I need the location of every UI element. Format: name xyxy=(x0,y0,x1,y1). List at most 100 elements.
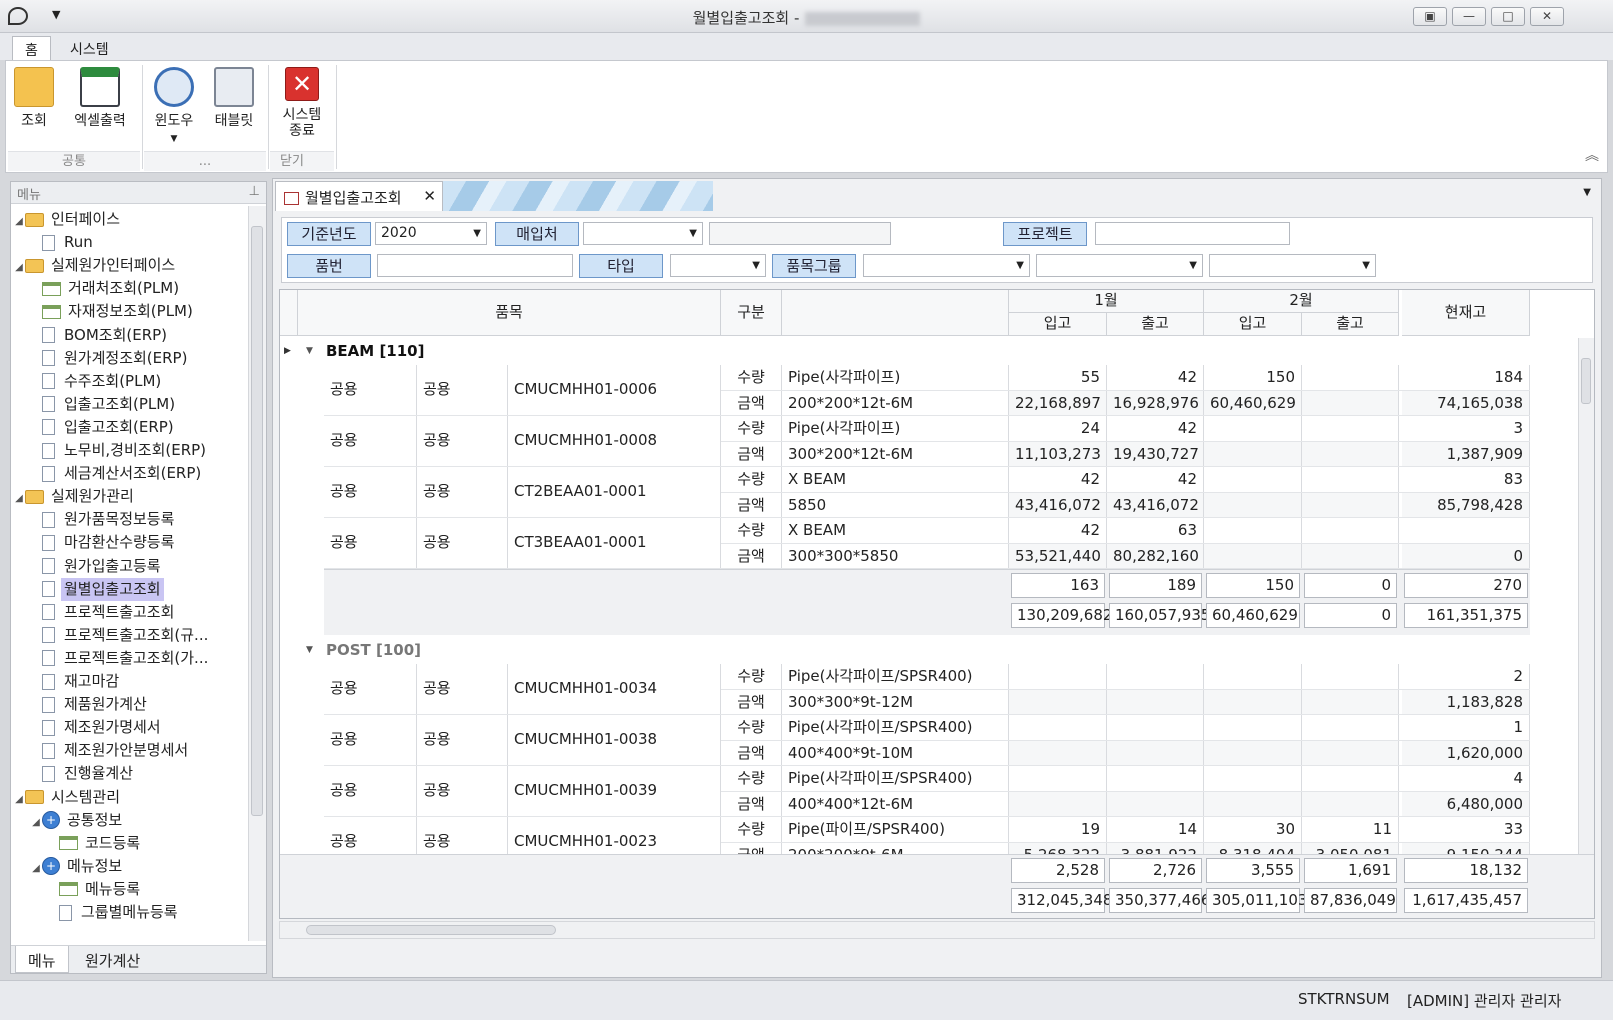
table-row[interactable]: 공용 공용 CT2BEAA01-0001 수량 X BEAM 42 42 83 xyxy=(324,467,1530,518)
menu-item[interactable]: ◢ 실제원가관리 xyxy=(13,485,137,508)
menu-item[interactable]: 수주조회(PLM) xyxy=(30,370,164,393)
menu-item[interactable]: 원가입출고등록 xyxy=(30,555,164,578)
menu-item[interactable]: 마감환산수량등록 xyxy=(30,531,177,554)
search-button[interactable]: 조회 xyxy=(12,67,56,129)
tab-cost-calc[interactable]: 원가계산 xyxy=(73,946,152,973)
menu-item[interactable]: 노무비,경비조회(ERP) xyxy=(30,439,209,462)
menu-item[interactable]: 프로젝트출고조회 xyxy=(30,601,177,624)
table-row[interactable]: 공용 공용 CMUCMHH01-0034 수량 Pipe(사각파이프/SPSR400) 2 xyxy=(324,664,1530,715)
collapse-ribbon-icon[interactable]: ︽ xyxy=(1585,145,1599,165)
menu-item[interactable]: 세금계산서조회(ERP) xyxy=(30,462,204,485)
menu-item[interactable]: 진행율계산 xyxy=(30,762,136,785)
menu-item-label: 그룹별메뉴등록 xyxy=(81,903,178,921)
menu-item[interactable]: 자재정보조회(PLM) xyxy=(30,300,196,323)
menu-item[interactable]: 코드등록 xyxy=(47,832,143,855)
value-cell xyxy=(1204,518,1302,543)
tab-system[interactable]: 시스템 xyxy=(58,36,121,60)
menu-item[interactable]: 제조원가명세서 xyxy=(30,716,164,739)
expand-arrow-icon[interactable]: ◢ xyxy=(13,210,25,233)
value-cell: 5,268,322 xyxy=(1009,842,1107,854)
menu-item[interactable]: ◢ + 메뉴정보 xyxy=(30,855,125,878)
tab-list-dropdown-icon[interactable]: ▼ xyxy=(1583,187,1591,198)
item-group-label: 품목그룹 xyxy=(772,254,856,278)
collapse-group-icon[interactable]: ▼ xyxy=(306,338,313,364)
menu-item[interactable]: 월별입출고조회 xyxy=(30,577,164,601)
group-header[interactable]: ▶ ▼ BEAM [110] xyxy=(280,338,1580,364)
menu-item[interactable]: 그룹별메뉴등록 xyxy=(47,901,181,924)
minimize-button[interactable]: — xyxy=(1452,7,1486,26)
expand-arrow-icon[interactable]: ◢ xyxy=(13,788,25,811)
expand-arrow-icon[interactable]: ◢ xyxy=(13,256,25,279)
menu-item[interactable]: ◢ + 공통정보 xyxy=(30,809,125,832)
menu-tree-scrollbar[interactable] xyxy=(248,206,266,941)
table-row[interactable]: 공용 공용 CMUCMHH01-0038 수량 Pipe(사각파이프/SPSR400) 1 xyxy=(324,715,1530,766)
table-row[interactable]: 공용 공용 CMUCMHH01-0006 수량 Pipe(사각파이프) 55 42 150 18… xyxy=(324,365,1530,416)
project-input[interactable] xyxy=(1095,222,1290,245)
item-no-input[interactable] xyxy=(377,254,573,277)
expand-arrow-icon[interactable]: ◢ xyxy=(13,487,25,510)
tablet-button[interactable]: 태블릿 xyxy=(206,67,262,129)
menu-item[interactable]: ◢ 시스템관리 xyxy=(13,786,123,809)
item-group-select-2[interactable]: ▼ xyxy=(1036,254,1203,277)
group-header[interactable]: ▼ POST [100] xyxy=(280,637,1580,663)
table-row[interactable]: 공용 공용 CT3BEAA01-0001 수량 X BEAM 42 63 xyxy=(324,518,1530,569)
excel-export-button[interactable]: 엑셀출력 xyxy=(66,67,134,129)
menu-item[interactable]: Run xyxy=(30,231,96,254)
value-cell: 63 xyxy=(1107,518,1204,543)
table-row[interactable]: 금액 5850 43,416,072 43,416,072 85,798,428 xyxy=(324,492,1530,518)
table-row[interactable]: 금액 200*200*12t-6M 22,168,897 16,928,976 60,4… xyxy=(324,390,1530,416)
window-button[interactable]: 윈도우 ▼ xyxy=(149,67,199,147)
table-row[interactable]: 금액 400*400*9t-10M 1,620,000 xyxy=(324,740,1530,766)
folder-icon xyxy=(25,790,44,804)
menu-item[interactable]: BOM조회(ERP) xyxy=(30,324,170,347)
menu-item[interactable]: 프로젝트출고조회(가... xyxy=(30,647,211,670)
type-select[interactable]: ▼ xyxy=(670,254,766,277)
division-cell: 금액 xyxy=(721,543,782,568)
table-row[interactable]: 공용 공용 CMUCMHH01-0008 수량 Pipe(사각파이프) 24 42 3 xyxy=(324,416,1530,467)
item-group-select-3[interactable]: ▼ xyxy=(1209,254,1376,277)
menu-item[interactable]: 제품원가계산 xyxy=(30,693,150,716)
menu-item[interactable]: 재고마감 xyxy=(30,670,122,693)
item-group-select-1[interactable]: ▼ xyxy=(863,254,1030,277)
menu-item[interactable]: ◢ 실제원가인터페이스 xyxy=(13,254,178,277)
tab-home[interactable]: 홈 xyxy=(12,36,51,60)
division-cell: 금액 xyxy=(721,842,782,854)
expand-arrow-icon[interactable]: ◢ xyxy=(30,857,42,880)
menu-item[interactable]: 원가계정조회(ERP) xyxy=(30,347,190,370)
close-button[interactable]: ✕ xyxy=(1530,7,1564,26)
tab-menu[interactable]: 메뉴 xyxy=(15,946,69,973)
menu-item[interactable]: 메뉴등록 xyxy=(47,878,143,901)
collapse-group-icon[interactable]: ▼ xyxy=(306,637,313,663)
menu-item[interactable]: 원가품목정보등록 xyxy=(30,508,177,531)
grid-scrollbar[interactable] xyxy=(1578,338,1594,854)
vendor-select[interactable]: ▼ xyxy=(583,222,703,245)
menu-item-label: 원가계정조회(ERP) xyxy=(64,348,188,367)
menu-item-label: Run xyxy=(64,233,93,252)
restore-layout-button[interactable]: ▣ xyxy=(1413,7,1447,26)
expand-arrow-icon[interactable]: ◢ xyxy=(30,811,42,834)
ribbon: 조회 엑셀출력 윈도우 ▼ 태블릿 ✕ 시스템 종료 공통 ... 닫기 ︽ xyxy=(5,60,1608,173)
doc-tab-monthly-inout[interactable]: 월별입출고조회 ✕ xyxy=(275,181,443,211)
menu-item[interactable]: ◢ 인터페이스 xyxy=(13,208,123,231)
menu-item-label: 수주조회(PLM) xyxy=(64,371,162,390)
table-row[interactable]: 금액 300*300*9t-12M 1,183,828 xyxy=(324,689,1530,715)
table-row[interactable]: 금액 300*200*12t-6M 11,103,273 19,430,727 1,38… xyxy=(324,441,1530,467)
horizontal-scrollbar[interactable] xyxy=(279,921,1595,939)
menu-item[interactable]: 거래처조회(PLM) xyxy=(30,277,182,300)
system-exit-button[interactable]: ✕ 시스템 종료 xyxy=(276,67,328,139)
menu-item[interactable]: 제조원가안분명세서 xyxy=(30,739,191,762)
table-row[interactable]: 금액200*200*9t-6M5,268,3223,881,9228,318,4… xyxy=(324,842,1530,854)
menu-item[interactable]: 프로젝트출고조회(규... xyxy=(30,624,211,647)
table-row[interactable]: 공용 공용 CMUCMHH01-0023 수량 Pipe(파이프/SPSR400) 19 1… xyxy=(324,817,1530,854)
table-row[interactable]: 금액 300*300*5850 53,521,440 80,282,160 0 xyxy=(324,543,1530,569)
table-row[interactable]: 금액 400*400*12t-6M 6,480,000 xyxy=(324,791,1530,817)
year-select[interactable]: 2020 ▼ xyxy=(375,222,487,245)
menu-item[interactable]: 입출고조회(ERP) xyxy=(30,416,177,439)
value-cell: 1,620,000 xyxy=(1402,740,1530,765)
close-tab-icon[interactable]: ✕ xyxy=(423,187,436,205)
menu-item[interactable]: 입출고조회(PLM) xyxy=(30,393,178,416)
table-row[interactable]: 공용 공용 CMUCMHH01-0039 수량 Pipe(사각파이프/SPSR400) 4 xyxy=(324,766,1530,817)
maximize-button[interactable]: □ xyxy=(1491,7,1525,26)
pin-icon[interactable]: ⊥ xyxy=(249,184,260,199)
value-cell xyxy=(1107,766,1204,791)
